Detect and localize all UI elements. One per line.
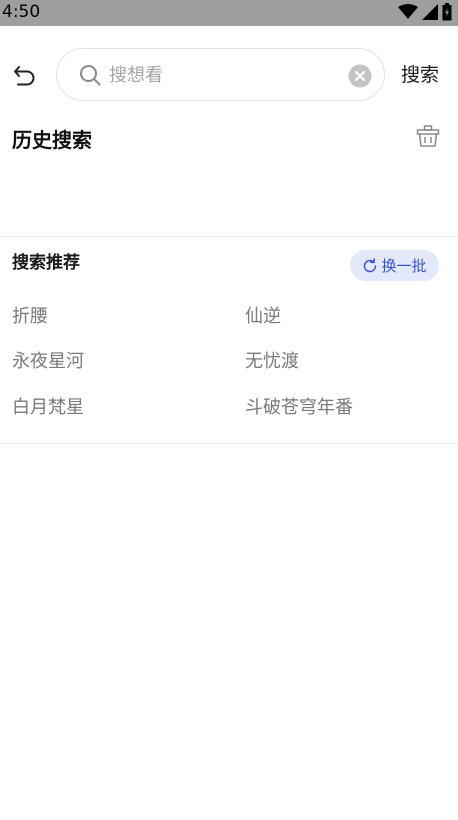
section-divider [0, 236, 458, 237]
recommend-item[interactable]: 仙逆 [245, 304, 281, 330]
clear-history-button[interactable] [416, 124, 440, 148]
section-divider [0, 443, 458, 444]
back-button[interactable] [12, 62, 38, 88]
recommend-item[interactable]: 永夜星河 [12, 349, 84, 375]
status-time: 4:50 [2, 2, 41, 22]
recommend-title: 搜索推荐 [12, 253, 80, 273]
search-submit-button[interactable]: 搜索 [401, 62, 439, 88]
refresh-button[interactable]: 换一批 [350, 250, 439, 281]
search-row: 搜索 [0, 48, 458, 102]
status-icons [398, 3, 452, 21]
back-arrow-icon [14, 66, 35, 86]
signal-icon [422, 4, 438, 20]
trash-basket-icon [416, 125, 440, 147]
search-box[interactable] [56, 48, 385, 101]
search-icon [80, 65, 101, 86]
refresh-label: 换一批 [381, 257, 427, 275]
clear-button[interactable] [348, 64, 372, 88]
status-bar: 4:50 [0, 0, 458, 26]
search-input[interactable] [109, 59, 339, 91]
wifi-icon [398, 4, 418, 19]
recommend-item[interactable]: 无忧渡 [245, 349, 299, 375]
recommend-item[interactable]: 斗破苍穹年番 [245, 395, 353, 421]
battery-icon [442, 3, 452, 21]
clear-icon [348, 64, 372, 88]
recommend-item[interactable]: 白月梵星 [12, 395, 84, 421]
refresh-icon [364, 257, 377, 272]
history-title: 历史搜索 [12, 128, 92, 152]
recommend-item[interactable]: 折腰 [12, 304, 48, 330]
